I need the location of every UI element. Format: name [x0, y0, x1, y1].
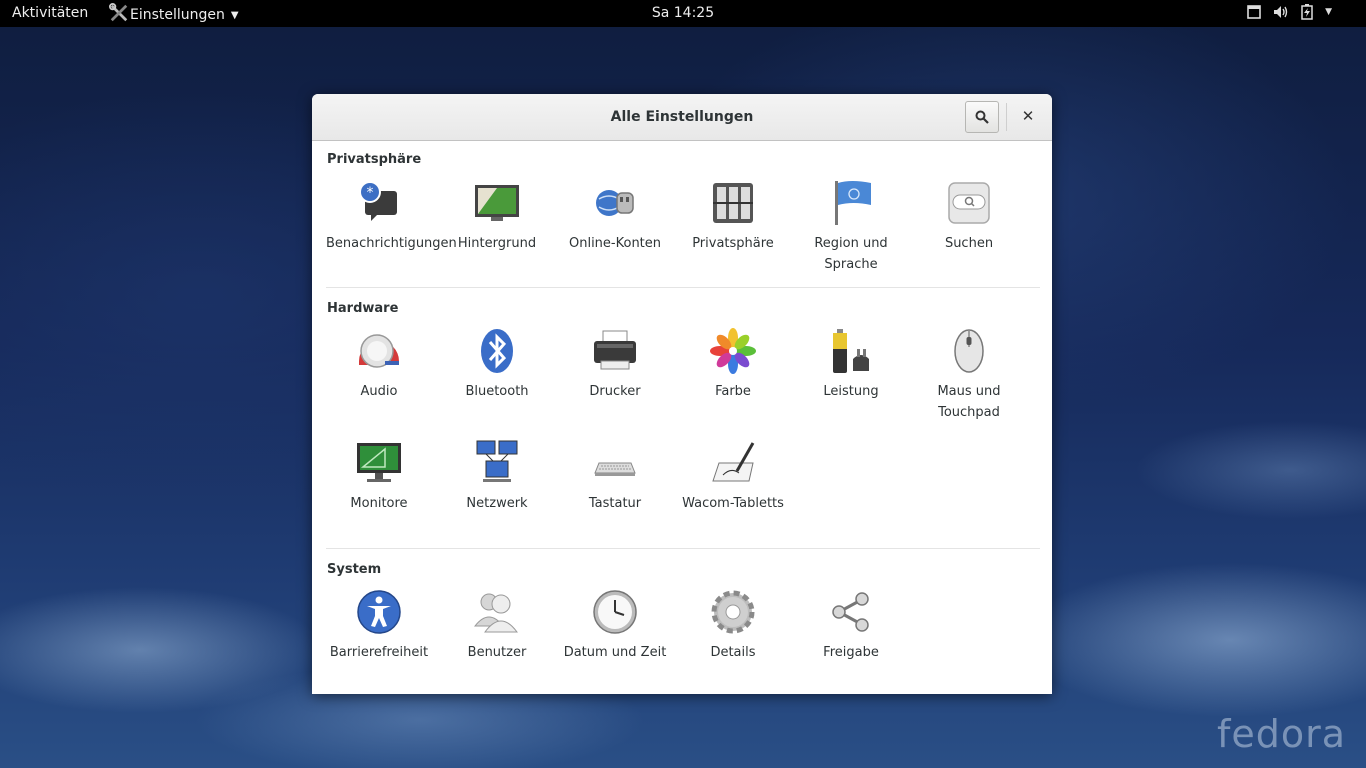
panel-printers[interactable]: Drucker — [556, 327, 674, 402]
panel-label: Suchen — [944, 236, 994, 251]
audio-knob-icon — [359, 334, 399, 368]
panel-network[interactable]: Netzwerk — [438, 439, 556, 514]
users-icon — [473, 593, 518, 633]
section-title-system: System — [327, 562, 382, 577]
panel-power[interactable]: Leistung — [792, 327, 910, 402]
panel-label: Leistung — [823, 384, 879, 399]
clock-icon — [593, 590, 637, 634]
header-separator — [1006, 103, 1007, 131]
panel-users[interactable]: Benutzer — [438, 588, 556, 663]
chevron-down-icon: ▼ — [230, 9, 239, 21]
printer-icon — [594, 330, 636, 370]
window-title: Alle Einstellungen — [610, 109, 754, 125]
panel-search[interactable]: Suchen — [910, 179, 1028, 254]
search-button[interactable] — [965, 101, 999, 133]
panel-label: Netzwerk — [466, 496, 528, 511]
mouse-icon — [954, 329, 984, 373]
battery-power-icon — [833, 329, 869, 373]
panel-label: Monitore — [350, 496, 408, 511]
panel-label: Maus und Touchpad — [937, 384, 1001, 420]
panel-label: Benachrichtigungen — [326, 236, 457, 251]
panel-audio[interactable]: Audio — [320, 327, 438, 402]
search-panel-icon — [948, 182, 990, 224]
panel-label: Tastatur — [588, 496, 642, 511]
panel-label: Datum und Zeit — [563, 645, 667, 660]
activities-button[interactable]: Aktivitäten — [12, 5, 88, 21]
panel-label: Details — [710, 645, 756, 660]
panel-notifications[interactable]: * Benachrichtigungen — [320, 179, 457, 254]
panel-label: Region und Sprache — [814, 236, 888, 272]
volume-icon[interactable] — [1273, 5, 1289, 19]
bluetooth-icon — [481, 329, 513, 373]
panel-accessibility[interactable]: Barrierefreiheit — [320, 588, 438, 663]
window-icon[interactable] — [1247, 5, 1261, 19]
online-accounts-icon — [596, 190, 634, 216]
gear-icon — [711, 590, 755, 634]
fedora-watermark: fedora — [1216, 712, 1346, 756]
monitor-icon — [357, 443, 401, 482]
system-tray[interactable]: ▼ — [1247, 4, 1332, 20]
app-menu-label: Einstellungen — [130, 7, 225, 23]
svg-text:*: * — [367, 185, 374, 201]
header-bar: Alle Einstellungen ✕ — [312, 94, 1052, 141]
panel-keyboard[interactable]: Tastatur — [556, 439, 674, 514]
panel-label: Hintergrund — [457, 236, 537, 251]
panel-online-accounts[interactable]: Online-Konten — [556, 179, 674, 254]
panel-color[interactable]: Farbe — [674, 327, 792, 402]
privacy-lock-icon — [713, 183, 753, 223]
panel-label: Barrierefreiheit — [329, 645, 429, 660]
panel-label: Online-Konten — [568, 236, 662, 251]
panel-displays[interactable]: Monitore — [320, 439, 438, 514]
settings-window: Alle Einstellungen ✕ Privatsphäre * Bena… — [312, 94, 1052, 694]
close-icon: ✕ — [1021, 107, 1035, 125]
network-icon — [476, 440, 518, 482]
panel-background[interactable]: Hintergrund — [438, 179, 556, 254]
section-title-hardware: Hardware — [327, 301, 399, 316]
close-button[interactable]: ✕ — [1017, 104, 1039, 128]
share-icon — [832, 592, 869, 632]
panel-label: Bluetooth — [465, 384, 529, 399]
panel-date-time[interactable]: Datum und Zeit — [556, 588, 674, 663]
panel-label: Drucker — [589, 384, 641, 399]
background-icon — [475, 185, 519, 221]
panel-region-language[interactable]: Region und Sprache — [792, 179, 910, 275]
flag-icon — [835, 181, 871, 225]
section-divider — [326, 548, 1040, 549]
panel-label: Audio — [360, 384, 398, 399]
panel-mouse-touchpad[interactable]: Maus und Touchpad — [910, 327, 1028, 423]
search-icon — [975, 110, 989, 124]
panel-label: Wacom-Tabletts — [682, 496, 784, 511]
panel-wacom-tablet[interactable]: Wacom-Tabletts — [674, 439, 792, 514]
top-bar: Aktivitäten Einstellungen ▼ Sa 14:25 ▼ — [0, 0, 1366, 27]
panel-label: Benutzer — [467, 645, 527, 660]
accessibility-icon — [357, 590, 401, 634]
notifications-icon: * — [359, 181, 397, 221]
panel-privacy[interactable]: Privatsphäre — [674, 179, 792, 254]
wacom-tablet-icon — [712, 442, 755, 482]
battery-icon[interactable] — [1301, 4, 1313, 20]
section-divider — [326, 287, 1040, 288]
color-icon — [710, 328, 756, 374]
panel-bluetooth[interactable]: Bluetooth — [438, 327, 556, 402]
section-title-privacy: Privatsphäre — [327, 152, 422, 167]
panel-label: Privatsphäre — [692, 236, 774, 251]
app-menu[interactable]: Einstellungen ▼ — [108, 3, 239, 25]
panel-details[interactable]: Details — [674, 588, 792, 663]
panel-label: Freigabe — [823, 645, 879, 660]
panel-label: Farbe — [715, 384, 751, 399]
chevron-down-icon[interactable]: ▼ — [1325, 7, 1332, 17]
keyboard-icon — [594, 462, 636, 476]
panel-sharing[interactable]: Freigabe — [792, 588, 910, 663]
settings-tools-icon — [109, 3, 128, 22]
